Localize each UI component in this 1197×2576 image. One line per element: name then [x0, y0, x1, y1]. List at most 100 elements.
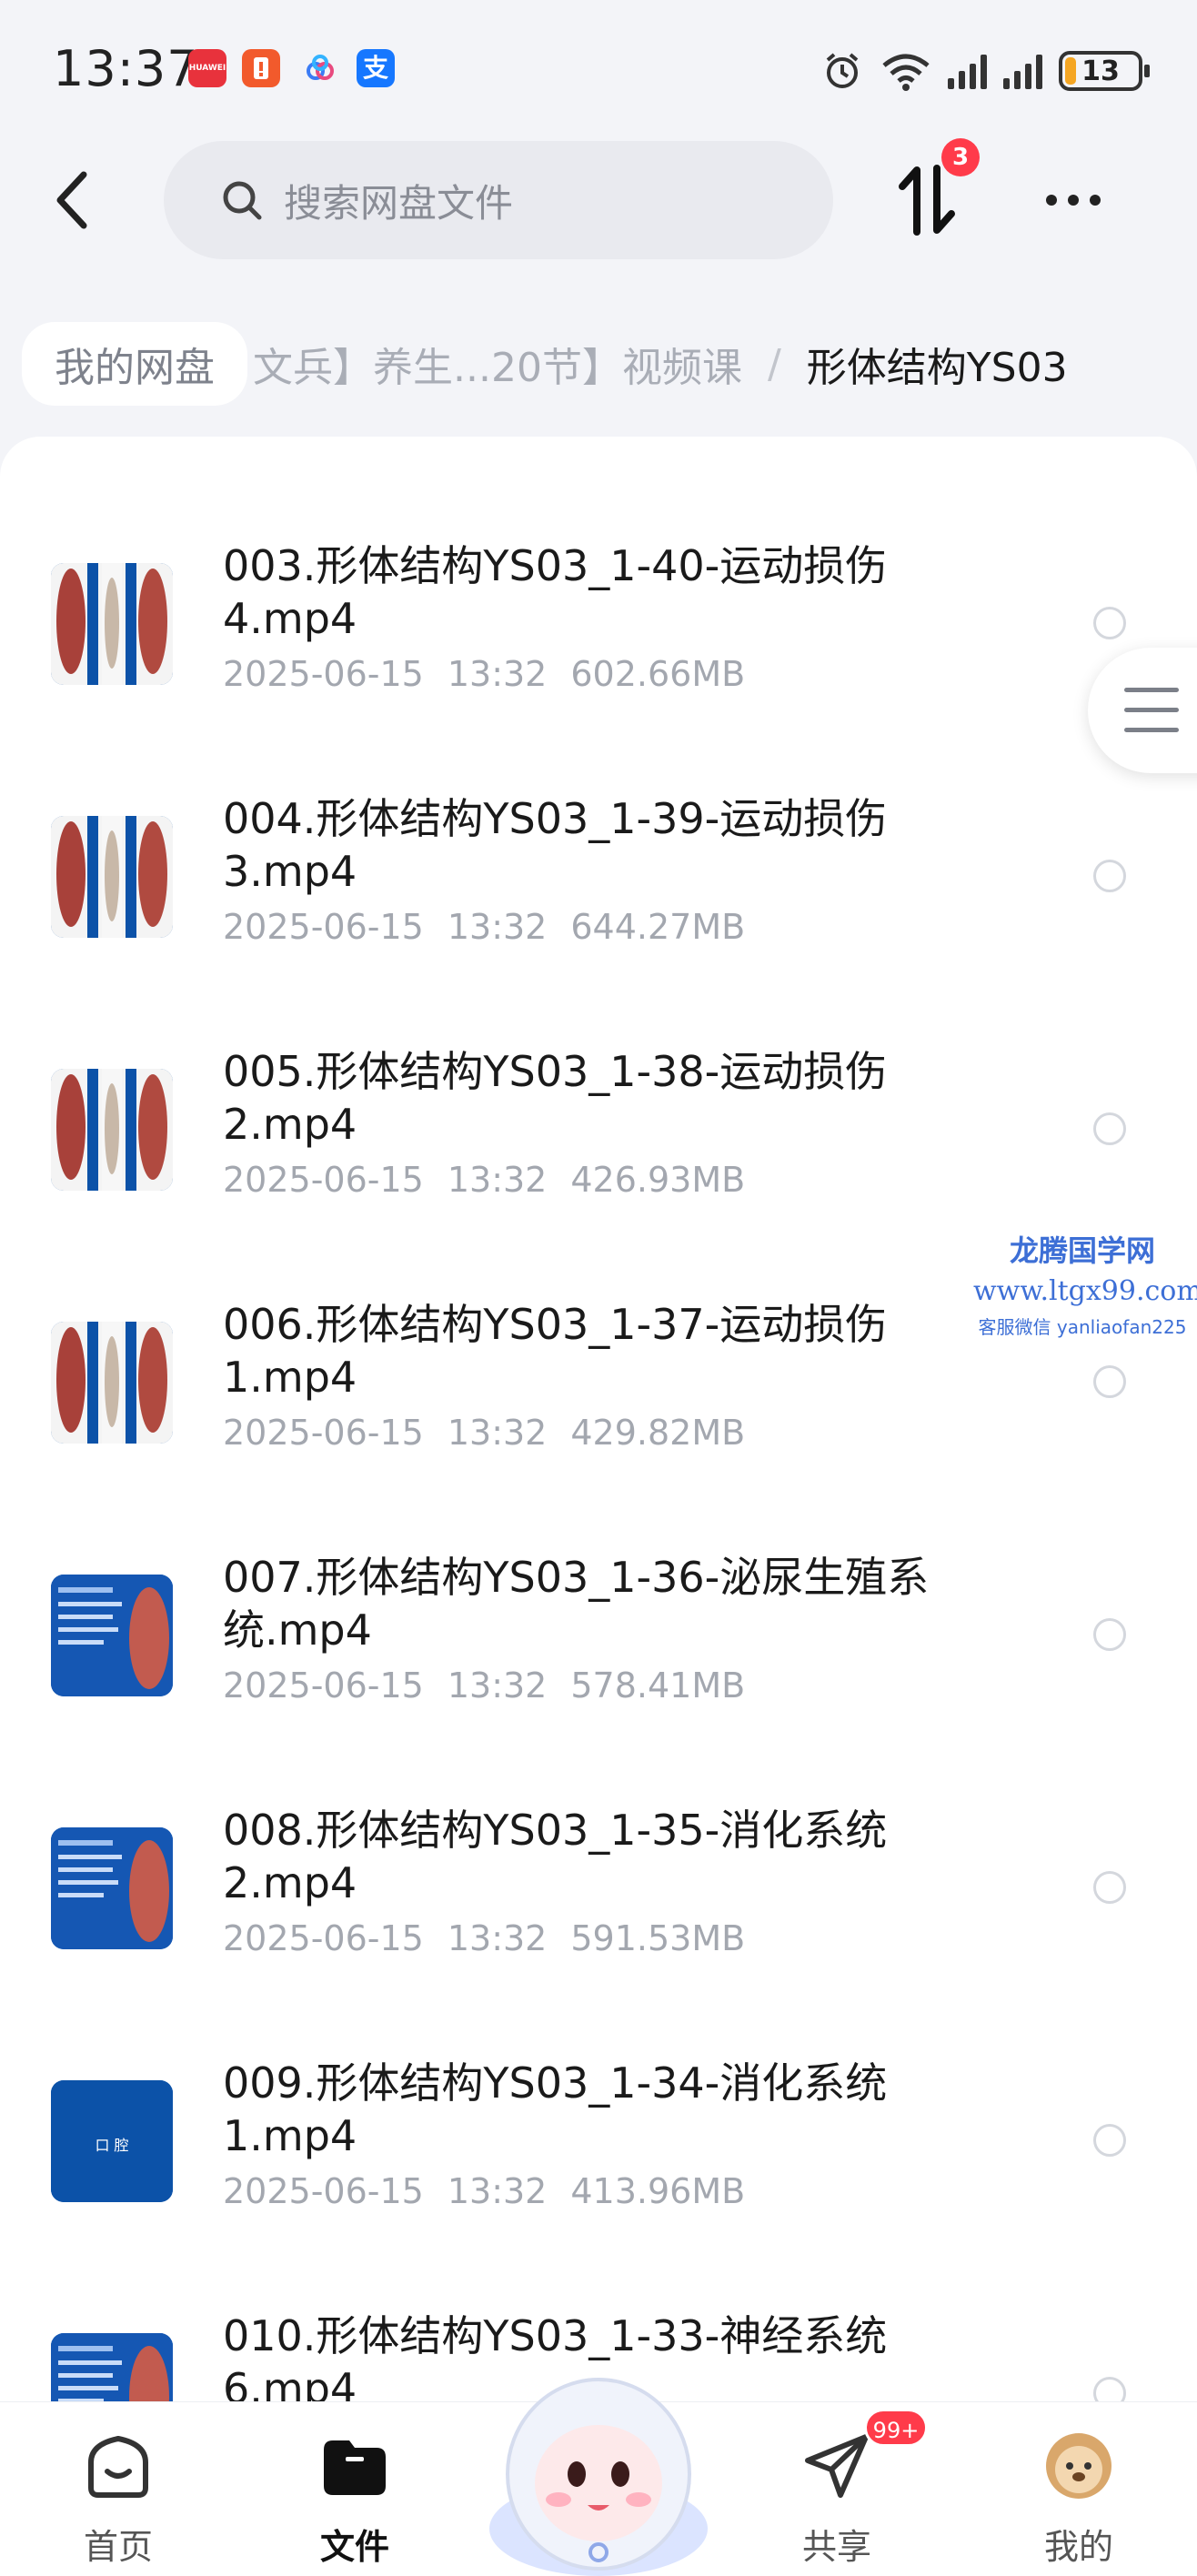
search-icon — [223, 181, 262, 220]
video-thumbnail: 口 腔 — [51, 2080, 173, 2202]
search-placeholder: 搜索网盘文件 — [284, 180, 514, 226]
file-row[interactable]: 004.形体结构YS03_1-39-运动损伤 3.mp4 2025-06-15 13:… — [0, 774, 1197, 1027]
breadcrumb-separator: / — [767, 340, 781, 387]
file-time: 13:32 — [447, 654, 548, 694]
nav-me[interactable]: 我的 — [1015, 2430, 1142, 2569]
thumbnail-text: 口 腔 — [95, 2137, 129, 2154]
select-radio[interactable] — [1093, 1112, 1126, 1145]
file-meta: 2025-06-15 13:32 413.96MB — [223, 2171, 769, 2211]
nav-share-label: 共享 — [801, 2527, 871, 2567]
menu-lines-icon — [1124, 688, 1179, 692]
file-time: 13:32 — [447, 1413, 548, 1453]
file-meta: 2025-06-15 13:32 602.66MB — [223, 654, 769, 694]
breadcrumb-current: 形体结构YS03 — [806, 345, 1068, 391]
file-date: 2025-06-15 — [223, 1665, 424, 1706]
video-thumbnail — [51, 563, 173, 685]
share-badge: 99+ — [864, 2409, 928, 2447]
file-name: 008.形体结构YS03_1-35-消化系统 2.mp4 — [223, 1804, 1014, 1909]
file-name-line2: 3.mp4 — [223, 847, 357, 896]
file-time: 13:32 — [447, 1665, 548, 1706]
file-size: 644.27MB — [570, 907, 746, 947]
file-time: 13:32 — [447, 2171, 548, 2211]
status-indicators: 13 — [820, 45, 1150, 96]
file-name-line1: 004.形体结构YS03_1-39-运动损伤 — [223, 794, 888, 843]
mascot-button[interactable] — [482, 2338, 715, 2576]
avatar-icon — [1046, 2433, 1112, 2499]
home-icon — [88, 2435, 148, 2498]
file-name-line1: 005.形体结构YS03_1-38-运动损伤 — [223, 1047, 888, 1096]
notice-icon — [242, 49, 280, 87]
file-meta: 2025-06-15 13:32 426.93MB — [223, 1160, 769, 1200]
file-name: 006.形体结构YS03_1-37-运动损伤 1.mp4 — [223, 1298, 1014, 1404]
signal-icon-2 — [1003, 53, 1042, 89]
video-thumbnail — [51, 1827, 173, 1949]
file-name-line1: 008.形体结构YS03_1-35-消化系统 — [223, 1806, 888, 1855]
nav-home[interactable]: 首页 — [55, 2430, 182, 2569]
file-name: 007.形体结构YS03_1-36-泌尿生殖系 统.mp4 — [223, 1551, 1014, 1656]
file-size: 429.82MB — [570, 1413, 746, 1453]
file-size: 426.93MB — [570, 1160, 746, 1200]
breadcrumb-root[interactable]: 我的网盘 — [22, 322, 247, 406]
select-radio[interactable] — [1093, 860, 1126, 892]
file-date: 2025-06-15 — [223, 654, 424, 694]
file-name-line1: 003.形体结构YS03_1-40-运动损伤 — [223, 541, 888, 590]
file-date: 2025-06-15 — [223, 1413, 424, 1453]
folder-icon — [324, 2440, 386, 2495]
file-time: 13:32 — [447, 1160, 548, 1200]
file-row[interactable]: 003.形体结构YS03_1-40-运动损伤 4.mp4 2025-06-15 13:… — [0, 521, 1197, 774]
watermark-contact: 客服微信 yanliaofan225 — [978, 1316, 1187, 1338]
breadcrumb: 我的网盘 文兵】养生...20节】视频课 / 形体结构YS03 — [22, 318, 1068, 409]
file-name-line1: 009.形体结构YS03_1-34-消化系统 — [223, 2058, 888, 2108]
watermark: 龙腾国学网 www.ltgx99.com 客服微信 yanliaofan225 — [973, 1228, 1197, 1339]
search-input[interactable]: 搜索网盘文件 — [164, 141, 833, 259]
watermark-title: 龙腾国学网 — [1009, 1233, 1155, 1268]
wifi-icon — [882, 54, 930, 91]
file-meta: 2025-06-15 13:32 429.82MB — [223, 1413, 769, 1453]
nav-share[interactable]: 共享 — [773, 2430, 900, 2569]
watermark-url: www.ltgx99.com — [973, 1275, 1197, 1307]
file-meta: 2025-06-15 13:32 644.27MB — [223, 907, 769, 947]
file-time: 13:32 — [447, 907, 548, 947]
video-thumbnail — [51, 816, 173, 938]
chevron-left-icon — [56, 171, 87, 229]
file-name: 009.形体结构YS03_1-34-消化系统 1.mp4 — [223, 2057, 1014, 2162]
breadcrumb-parent[interactable]: 文兵】养生...20节】视频课 — [253, 335, 742, 393]
file-meta: 2025-06-15 13:32 591.53MB — [223, 1918, 769, 1958]
cloud-app-icon — [301, 49, 339, 87]
file-row[interactable]: 008.形体结构YS03_1-35-消化系统 2.mp4 2025-06-15 13:… — [0, 1786, 1197, 2038]
file-row[interactable]: 007.形体结构YS03_1-36-泌尿生殖系 统.mp4 2025-06-15 13… — [0, 1533, 1197, 1786]
select-radio[interactable] — [1093, 2124, 1126, 2157]
file-date: 2025-06-15 — [223, 1918, 424, 1958]
battery-level: 13 — [1081, 55, 1120, 87]
alarm-icon — [826, 53, 859, 88]
file-date: 2025-06-15 — [223, 907, 424, 947]
file-name-line1: 006.形体结构YS03_1-37-运动损伤 — [223, 1300, 888, 1349]
file-size: 578.41MB — [570, 1665, 746, 1706]
nav-files-label: 文件 — [319, 2527, 389, 2567]
signal-icon — [948, 53, 987, 89]
file-name: 005.形体结构YS03_1-38-运动损伤 2.mp4 — [223, 1045, 1014, 1151]
file-row[interactable]: 口 腔 009.形体结构YS03_1-34-消化系统 1.mp4 2025-06-15… — [0, 2038, 1197, 2291]
file-name-line2: 统.mp4 — [223, 1605, 372, 1655]
file-name-line1: 007.形体结构YS03_1-36-泌尿生殖系 — [223, 1553, 930, 1602]
select-radio[interactable] — [1093, 2377, 1126, 2401]
select-radio[interactable] — [1093, 607, 1126, 639]
file-time: 13:32 — [447, 1918, 548, 1958]
file-name: 004.形体结构YS03_1-39-运动损伤 3.mp4 — [223, 792, 1014, 898]
select-radio[interactable] — [1093, 1871, 1126, 1904]
status-bar: 13:37 HUAWEI 支 13 — [0, 0, 1197, 136]
back-button[interactable] — [45, 164, 100, 236]
nav-me-label: 我的 — [1043, 2527, 1113, 2567]
video-thumbnail — [51, 2333, 173, 2401]
file-size: 413.96MB — [570, 2171, 746, 2211]
file-date: 2025-06-15 — [223, 1160, 424, 1200]
file-list: 003.形体结构YS03_1-40-运动损伤 4.mp4 2025-06-15 13:… — [0, 437, 1197, 2401]
select-radio[interactable] — [1093, 1365, 1126, 1398]
file-name-line2: 1.mp4 — [223, 2111, 357, 2160]
file-size: 602.66MB — [570, 654, 746, 694]
nav-files[interactable]: 文件 — [291, 2430, 418, 2569]
select-radio[interactable] — [1093, 1618, 1126, 1651]
file-name: 003.形体结构YS03_1-40-运动损伤 4.mp4 — [223, 539, 1014, 645]
more-button[interactable] — [1046, 182, 1110, 218]
file-size: 591.53MB — [570, 1918, 746, 1958]
